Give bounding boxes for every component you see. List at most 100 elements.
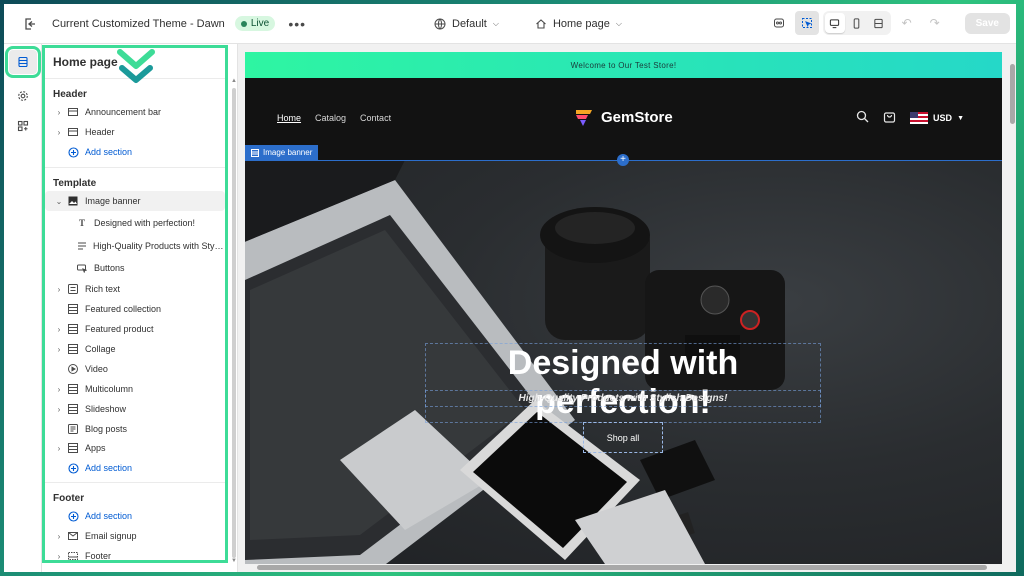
nav-contact[interactable]: Contact	[360, 113, 391, 123]
grid-icon	[67, 323, 79, 335]
block-buttons[interactable]: Buttons	[62, 258, 225, 278]
banner-tag-label: Image banner	[263, 148, 313, 157]
group-footer: Footer	[53, 493, 85, 504]
section-announcement-bar[interactable]: › Announcement bar	[45, 102, 225, 122]
chevron-right-icon[interactable]: ›	[53, 444, 65, 453]
section-slideshow[interactable]: › Slideshow	[45, 399, 225, 419]
chevron-right-icon[interactable]: ›	[53, 552, 65, 561]
block-label: High-Quality Products with Stylish Desig…	[93, 241, 225, 251]
scrollbar-thumb[interactable]	[1010, 64, 1015, 124]
exit-icon[interactable]	[18, 12, 42, 36]
full-width-icon[interactable]	[869, 13, 889, 33]
insert-section-icon[interactable]: +	[617, 154, 629, 166]
hero-heading[interactable]: Designed with perfection!	[425, 343, 821, 423]
section-label: Email signup	[85, 531, 137, 541]
add-section-footer-button[interactable]: Add section	[45, 506, 225, 526]
grid-icon	[67, 383, 79, 395]
select-tool-icon[interactable]	[794, 11, 819, 35]
grid-icon	[67, 442, 79, 454]
preview-frame: Welcome to Our Test Store! Home Catalog …	[245, 52, 1002, 564]
section-apps[interactable]: › Apps	[45, 438, 225, 458]
preview-vertical-scrollbar[interactable]	[1009, 52, 1016, 564]
block-heading[interactable]: T Designed with perfection!	[62, 213, 225, 233]
chevron-right-icon[interactable]: ›	[53, 285, 65, 294]
top-bar: Current Customized Theme - Dawn Live •••…	[4, 4, 1016, 44]
editor-rail	[4, 44, 42, 572]
desktop-icon[interactable]	[824, 13, 845, 33]
add-section-template-button[interactable]: Add section	[45, 458, 225, 478]
cart-icon[interactable]	[883, 110, 896, 126]
footer-icon	[67, 550, 79, 562]
scrollbar-thumb[interactable]	[257, 565, 987, 570]
chevron-right-icon[interactable]: ›	[53, 108, 65, 117]
section-label: Multicolumn	[85, 384, 134, 394]
section-label: Image banner	[85, 196, 141, 206]
page-title: Home page	[53, 55, 118, 69]
sections-icon[interactable]	[4, 46, 41, 78]
scroll-up-icon[interactable]: ▲	[231, 78, 237, 84]
mobile-icon[interactable]	[847, 13, 867, 33]
chevron-right-icon[interactable]: ›	[53, 345, 65, 354]
divider	[45, 482, 225, 483]
hero-subheading[interactable]: High-Quality Products with Stylish Desig…	[425, 390, 821, 407]
save-button[interactable]: Save	[964, 12, 1010, 34]
grid-icon	[67, 343, 79, 355]
page-selector[interactable]: Home page ⌵	[535, 18, 622, 30]
sidebar-scrollbar[interactable]: ▲ ▼	[231, 78, 237, 564]
store-logo[interactable]: GemStore	[573, 106, 673, 128]
currency-selector[interactable]: USD ▼	[910, 112, 964, 124]
page-select-label: Home page	[552, 17, 610, 30]
shop-all-button[interactable]: Shop all	[583, 422, 663, 453]
chevron-right-icon[interactable]: ›	[53, 325, 65, 334]
section-label: Featured product	[85, 324, 154, 334]
grid-icon	[67, 303, 79, 315]
section-featured-product[interactable]: › Featured product	[45, 319, 225, 339]
paragraph-icon	[76, 240, 87, 252]
image-banner-tag[interactable]: Image banner	[245, 145, 319, 160]
add-section-label: Add section	[85, 463, 133, 473]
add-circle-icon	[67, 146, 79, 158]
live-dot-icon	[240, 20, 247, 27]
preview-horizontal-scrollbar[interactable]	[245, 564, 1002, 572]
add-section-header-button[interactable]: Add section	[45, 142, 225, 162]
app-embeds-icon[interactable]	[9, 114, 37, 138]
chevron-right-icon[interactable]: ›	[53, 405, 65, 414]
more-actions-icon[interactable]: •••	[285, 12, 309, 36]
chevron-right-icon[interactable]: ›	[53, 532, 65, 541]
image-banner[interactable]: Designed with perfection! High-Quality P…	[245, 160, 1002, 564]
section-label: Slideshow	[85, 404, 127, 414]
section-email-signup[interactable]: › Email signup	[45, 526, 225, 546]
email-icon	[67, 530, 79, 542]
announcement-bar[interactable]: Welcome to Our Test Store!	[245, 52, 1002, 78]
undo-icon[interactable]: ↶	[895, 11, 919, 35]
redo-icon[interactable]: ↷	[923, 11, 947, 35]
template-selector[interactable]: Default ⌵	[434, 18, 499, 30]
play-icon	[67, 363, 79, 375]
section-featured-collection[interactable]: Featured collection	[45, 299, 225, 319]
section-footer[interactable]: › Footer	[45, 546, 225, 566]
search-icon[interactable]	[856, 110, 869, 126]
divider	[45, 167, 225, 168]
section-image-banner[interactable]: ⌄ Image banner	[45, 191, 225, 211]
button-icon	[76, 262, 88, 274]
section-collage[interactable]: › Collage	[45, 339, 225, 359]
block-label: Designed with perfection!	[94, 218, 196, 228]
store-header[interactable]: Home Catalog Contact GemStore USD ▼	[245, 78, 1002, 160]
scrollbar-thumb[interactable]	[232, 88, 236, 558]
section-rich-text[interactable]: › Rich text	[45, 279, 225, 299]
nav-home[interactable]: Home	[277, 113, 301, 123]
scroll-down-icon[interactable]: ▼	[231, 558, 237, 564]
section-header[interactable]: › Header	[45, 122, 225, 142]
group-header: Header	[53, 89, 87, 100]
nav-catalog[interactable]: Catalog	[315, 113, 346, 123]
section-video[interactable]: Video	[45, 359, 225, 379]
theme-settings-icon[interactable]	[9, 84, 37, 108]
block-subheading[interactable]: High-Quality Products with Stylish Desig…	[62, 236, 225, 256]
section-label: Rich text	[85, 284, 121, 294]
section-blog-posts[interactable]: Blog posts	[45, 419, 225, 439]
chevron-right-icon[interactable]: ›	[53, 128, 65, 137]
section-multicolumn[interactable]: › Multicolumn	[45, 379, 225, 399]
chevron-down-icon[interactable]: ⌄	[53, 197, 65, 206]
chevron-right-icon[interactable]: ›	[53, 385, 65, 394]
inspector-icon[interactable]	[767, 11, 791, 35]
